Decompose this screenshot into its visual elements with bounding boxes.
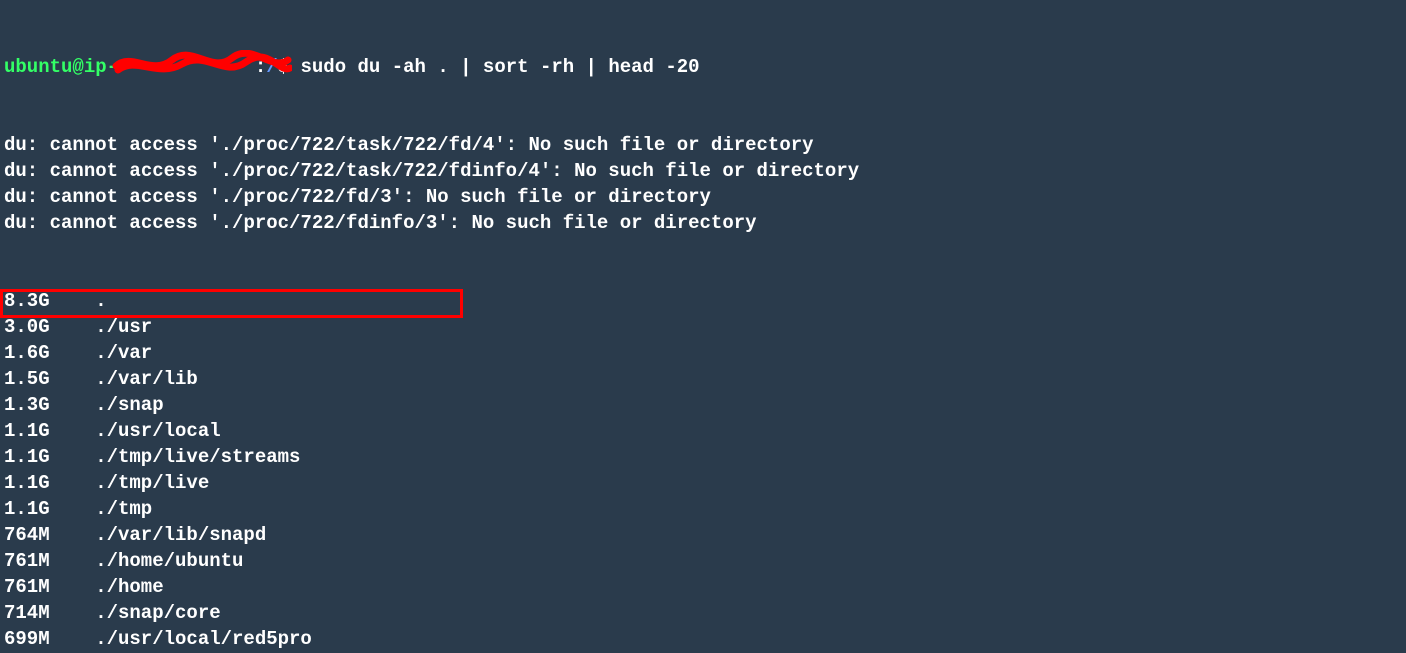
du-path: ./snap [95,394,163,416]
prompt-colon: : [255,56,266,78]
du-size: 8.3G [4,288,95,314]
du-path: ./var [95,342,152,364]
du-size: 761M [4,548,95,574]
du-row: 1.3G./snap [4,392,1402,418]
du-path: ./var/lib/snapd [95,524,266,546]
du-path: ./usr [95,316,152,338]
du-size: 1.1G [4,496,95,522]
prompt-dollar: $ [278,56,301,78]
du-output-rows: 8.3G.3.0G./usr1.6G./var1.5G./var/lib1.3G… [4,288,1402,653]
command-text: sudo du -ah . | sort -rh | head -20 [301,56,700,78]
du-size: 3.0G [4,314,95,340]
error-line: du: cannot access './proc/722/task/722/f… [4,158,1402,184]
prompt-cwd: / [266,56,277,78]
du-row: 699M./usr/local/red5pro [4,626,1402,652]
du-row: 3.0G./usr [4,314,1402,340]
du-path: ./var/lib [95,368,198,390]
du-path: ./home [95,576,163,598]
du-path: ./tmp/live [95,472,209,494]
prompt-line[interactable]: ubuntu@ip-xxx-xx-xx-xx:/$ sudo du -ah . … [4,54,1402,80]
du-size: 764M [4,522,95,548]
du-row: 761M./home [4,574,1402,600]
du-size: 1.1G [4,470,95,496]
du-row: 761M./home/ubuntu [4,548,1402,574]
du-path: ./tmp/live/streams [95,446,300,468]
prompt-user: ubuntu [4,56,72,78]
du-path: ./usr/local [95,420,220,442]
error-line: du: cannot access './proc/722/fd/3': No … [4,184,1402,210]
du-path: . [95,290,106,312]
du-size: 1.5G [4,366,95,392]
du-row: 1.1G./tmp/live/streams [4,444,1402,470]
du-row: 1.1G./tmp [4,496,1402,522]
error-line: du: cannot access './proc/722/fdinfo/3':… [4,210,1402,236]
du-path: ./tmp [95,498,152,520]
terminal-output[interactable]: ubuntu@ip-xxx-xx-xx-xx:/$ sudo du -ah . … [0,0,1406,653]
du-path: ./snap/core [95,602,220,624]
prompt-at: @ [72,56,83,78]
du-size: 1.3G [4,392,95,418]
du-row: 8.3G. [4,288,1402,314]
du-size: 761M [4,574,95,600]
du-row: 1.1G./tmp/live [4,470,1402,496]
prompt-host: ip- [84,56,118,78]
du-row: 1.6G./var [4,340,1402,366]
error-line: du: cannot access './proc/722/task/722/f… [4,132,1402,158]
du-path: ./usr/local/red5pro [95,628,312,650]
du-size: 714M [4,600,95,626]
du-row: 764M./var/lib/snapd [4,522,1402,548]
du-row: 714M./snap/core [4,600,1402,626]
du-row: 1.1G./usr/local [4,418,1402,444]
du-path: ./home/ubuntu [95,550,243,572]
error-lines: du: cannot access './proc/722/task/722/f… [4,132,1402,236]
du-size: 1.1G [4,418,95,444]
du-size: 699M [4,626,95,652]
du-size: 1.6G [4,340,95,366]
du-size: 1.1G [4,444,95,470]
du-row: 1.5G./var/lib [4,366,1402,392]
redaction-scribble: xxx-xx-xx-xx [118,54,255,80]
